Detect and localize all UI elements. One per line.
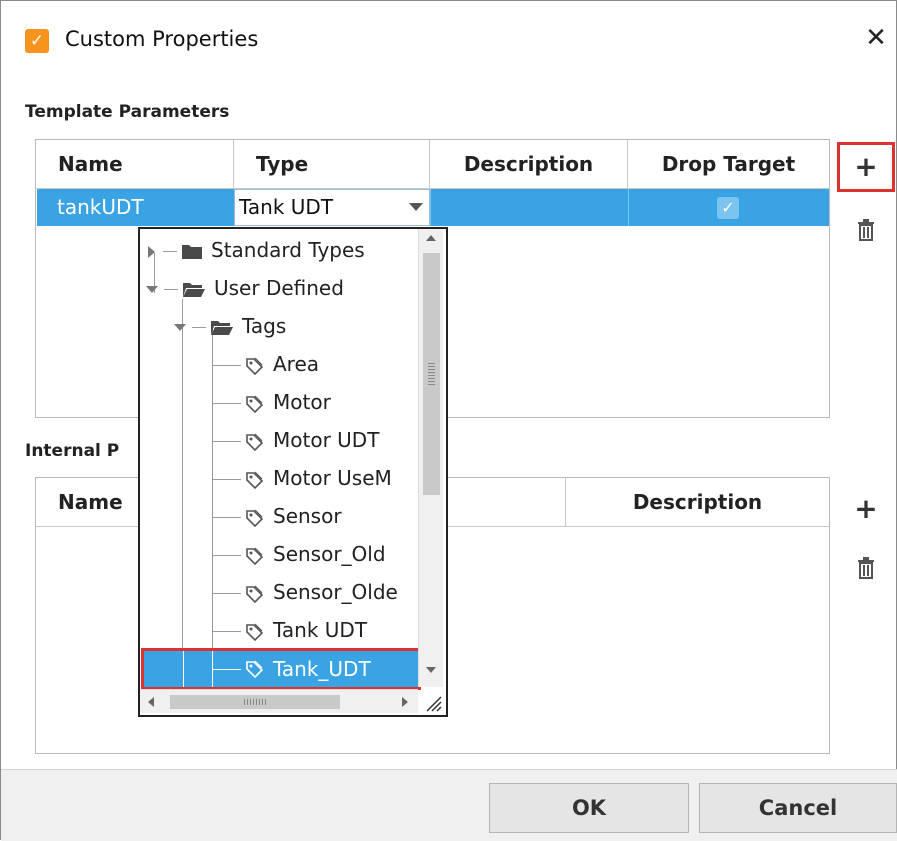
chevron-right-icon[interactable] xyxy=(148,245,155,258)
tree-item-motor[interactable]: Motor xyxy=(213,383,331,421)
tree-item-motor-udt[interactable]: Motor UDT xyxy=(213,421,379,459)
cell-name[interactable]: tankUDT xyxy=(57,189,144,226)
tree-guide xyxy=(182,299,183,669)
tag-icon xyxy=(246,509,263,527)
folder-open-icon xyxy=(183,283,205,297)
tree-item-label: Standard Types xyxy=(211,238,365,262)
cell-divider xyxy=(430,189,431,226)
dialog-footer: OK Cancel xyxy=(1,770,897,841)
ok-button[interactable]: OK xyxy=(489,783,689,833)
chevron-down-icon[interactable] xyxy=(174,324,186,331)
chevron-down-icon[interactable] xyxy=(426,667,436,673)
horizontal-scrollbar[interactable] xyxy=(140,689,418,713)
chevron-right-icon[interactable] xyxy=(402,697,408,707)
tag-icon xyxy=(246,547,263,565)
column-header-drop-target[interactable]: Drop Target xyxy=(628,140,829,188)
tree-item-motor-usem[interactable]: Motor UseM xyxy=(213,459,392,497)
app-logo-icon: ✓ xyxy=(25,29,49,53)
tree-item-user-defined[interactable]: User Defined xyxy=(146,269,344,307)
title-bar: ✓ Custom Properties ✕ xyxy=(1,1,897,85)
tree-item-sensor-old[interactable]: Sensor_Old xyxy=(213,535,386,573)
table-row[interactable]: tankUDT Tank UDT ✓ xyxy=(37,189,829,226)
tree-item-standard-types[interactable]: Standard Types xyxy=(148,231,365,269)
cancel-button[interactable]: Cancel xyxy=(699,783,897,833)
column-header-description[interactable]: Description xyxy=(566,478,829,526)
tree-item-label: Motor UseM xyxy=(273,466,392,490)
tag-icon xyxy=(246,395,263,413)
tree-item-tags[interactable]: Tags xyxy=(174,307,286,345)
highlight-box-selected xyxy=(141,648,421,690)
tree-item-label: Motor UDT xyxy=(273,428,380,452)
tag-icon xyxy=(246,623,263,641)
column-header-name[interactable]: Name xyxy=(36,140,234,188)
chevron-left-icon[interactable] xyxy=(148,697,154,707)
folder-open-icon xyxy=(211,321,233,335)
internal-properties-title: Internal P xyxy=(25,441,120,461)
chevron-up-icon[interactable] xyxy=(426,235,436,241)
tree-item-label: Sensor_Olde xyxy=(273,580,398,604)
close-button[interactable]: ✕ xyxy=(861,23,891,53)
trash-icon[interactable] xyxy=(857,557,875,579)
custom-properties-dialog: ✓ Custom Properties ✕ Template Parameter… xyxy=(0,0,897,841)
column-header-type[interactable]: Type xyxy=(234,140,430,188)
tree-item-sensor-olde[interactable]: Sensor_Olde xyxy=(213,573,398,611)
scroll-thumb[interactable] xyxy=(423,253,440,495)
type-tree-popup: Standard Types User Defined Tags Area Mo… xyxy=(138,227,448,717)
tree-item-label: Sensor_Old xyxy=(273,542,386,566)
resize-grip-icon[interactable] xyxy=(421,691,443,713)
template-parameters-title: Template Parameters xyxy=(25,102,230,122)
trash-icon[interactable] xyxy=(857,219,875,241)
vertical-scrollbar[interactable] xyxy=(418,229,443,687)
column-header-description[interactable]: Description xyxy=(430,140,628,188)
type-dropdown-value: Tank UDT xyxy=(239,195,334,219)
tag-icon xyxy=(246,585,263,603)
tree-item-label: Tank UDT xyxy=(273,618,368,642)
folder-icon xyxy=(182,245,202,259)
tree-item-tank-udt[interactable]: Tank UDT xyxy=(213,611,367,649)
tree-item-area[interactable]: Area xyxy=(213,345,319,383)
tree-item-label: User Defined xyxy=(214,276,344,300)
tree-item-label: Motor xyxy=(273,390,331,414)
scroll-thumb[interactable] xyxy=(170,695,340,709)
tree-item-label: Sensor xyxy=(273,504,342,528)
plus-icon[interactable]: + xyxy=(841,147,891,187)
type-dropdown[interactable]: Tank UDT xyxy=(234,189,430,226)
dialog-title: Custom Properties xyxy=(65,27,259,51)
tag-icon xyxy=(246,357,263,375)
tree-item-sensor[interactable]: Sensor xyxy=(213,497,342,535)
drop-target-checkbox[interactable]: ✓ xyxy=(717,197,739,219)
tree-item-label: Area xyxy=(273,352,320,376)
tag-icon xyxy=(246,471,263,489)
tag-icon xyxy=(246,433,263,451)
tree-item-label: Tags xyxy=(242,314,287,338)
chevron-down-icon[interactable] xyxy=(409,203,423,211)
cell-divider xyxy=(628,189,629,226)
chevron-down-icon[interactable] xyxy=(146,286,158,293)
plus-icon[interactable]: + xyxy=(846,489,886,529)
